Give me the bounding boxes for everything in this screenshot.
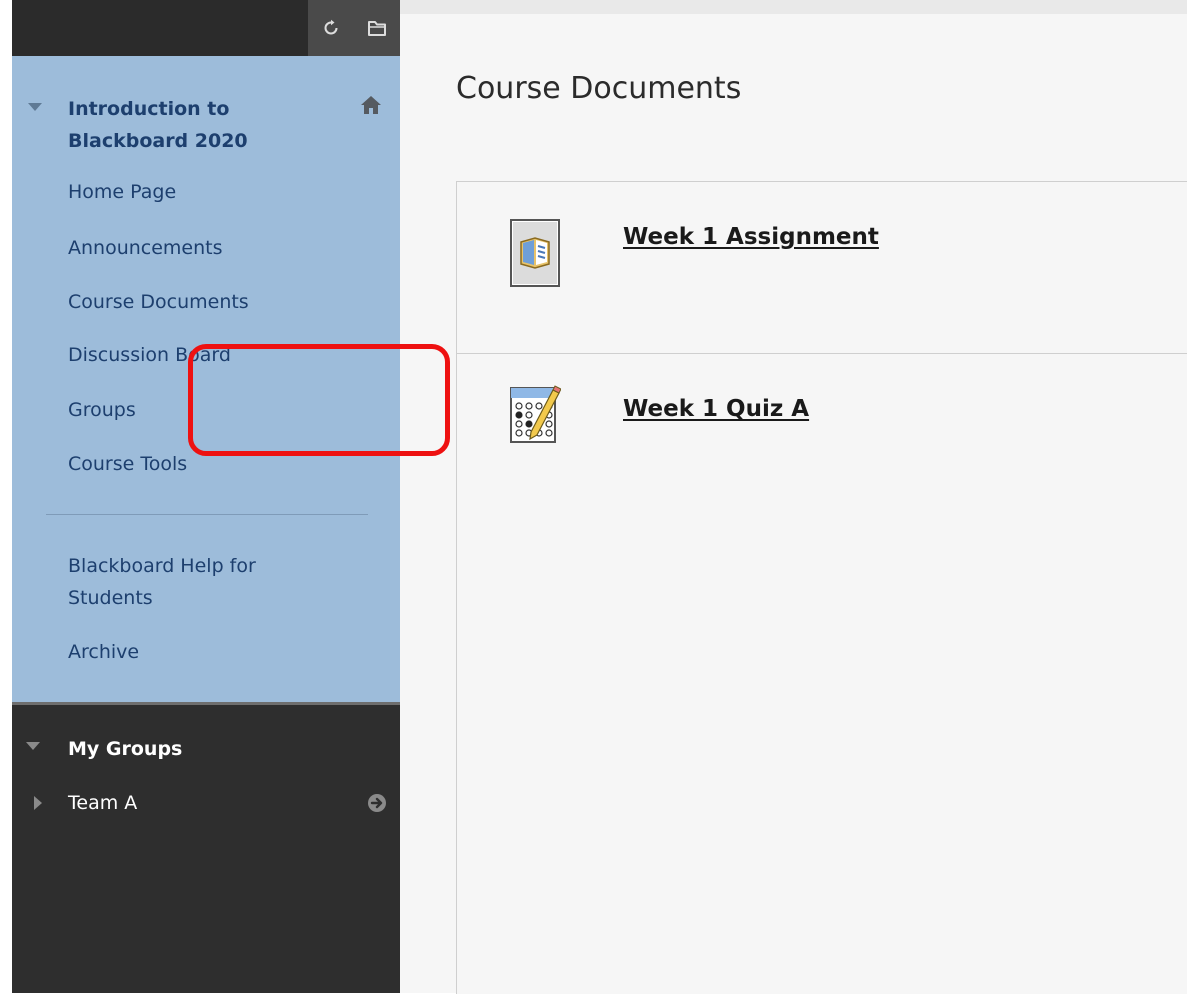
page-title: Course Documents xyxy=(456,71,742,106)
nav-item-course-tools[interactable]: Course Tools xyxy=(68,448,187,480)
group-item-team-a[interactable]: Team A xyxy=(68,787,137,819)
home-icon[interactable] xyxy=(360,94,382,116)
refresh-button[interactable] xyxy=(308,0,354,56)
my-groups-title[interactable]: My Groups xyxy=(68,733,182,765)
folder-icon xyxy=(368,21,386,36)
course-menu-sidebar: Introduction to Blackboard 2020 Home Pag… xyxy=(12,0,400,993)
quiz-link[interactable]: Week 1 Quiz A xyxy=(623,396,809,422)
nav-item-home-page[interactable]: Home Page xyxy=(68,176,176,208)
main-content: Course Documents Week 1 Assignment Week … xyxy=(400,14,1187,994)
expand-team-icon[interactable] xyxy=(34,796,42,810)
nav-item-course-documents[interactable]: Course Documents xyxy=(68,286,249,318)
folder-view-button[interactable] xyxy=(354,0,400,56)
content-item-assignment: Week 1 Assignment xyxy=(457,182,1187,354)
collapse-groups-icon[interactable] xyxy=(26,742,40,750)
refresh-icon xyxy=(324,19,338,35)
nav-item-archive[interactable]: Archive xyxy=(68,636,139,668)
nav-item-groups[interactable]: Groups xyxy=(68,394,136,426)
my-groups-panel: My Groups Team A xyxy=(12,705,400,993)
nav-item-blackboard-help[interactable]: Blackboard Help for Students xyxy=(68,550,308,614)
assignment-link[interactable]: Week 1 Assignment xyxy=(623,224,879,250)
nav-item-announcements[interactable]: Announcements xyxy=(68,232,223,264)
main-top-strip xyxy=(400,0,1187,14)
go-arrow-icon[interactable] xyxy=(367,793,387,813)
highlight-annotation-box xyxy=(188,344,450,456)
assignment-icon xyxy=(510,219,560,287)
content-item-quiz: Week 1 Quiz A xyxy=(457,354,1187,525)
nav-divider xyxy=(46,514,368,515)
quiz-icon xyxy=(510,385,561,443)
content-list: Week 1 Assignment Week 1 Quiz A xyxy=(456,181,1187,994)
course-title[interactable]: Introduction to Blackboard 2020 xyxy=(68,93,298,157)
sidebar-toolbar xyxy=(12,0,400,56)
collapse-course-menu-icon[interactable] xyxy=(28,103,42,111)
